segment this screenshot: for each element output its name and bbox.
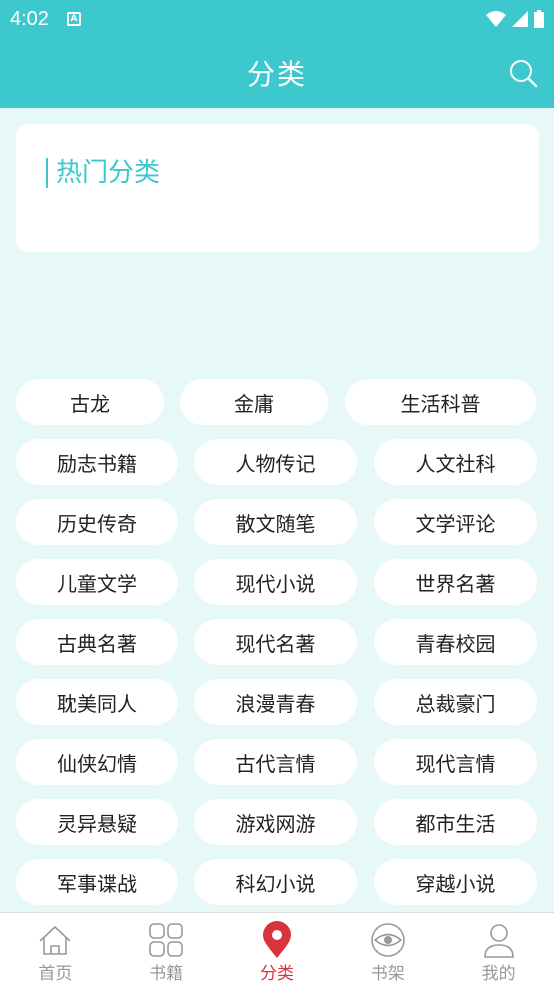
category-chip[interactable]: 古代言情: [194, 739, 357, 785]
category-chip[interactable]: 青春校园: [374, 619, 537, 665]
tab-category-label: 分类: [259, 964, 294, 984]
home-icon: [39, 925, 71, 955]
category-chip[interactable]: 灵异悬疑: [16, 799, 178, 845]
category-chip[interactable]: 励志书籍: [16, 439, 178, 485]
signal-icon: [512, 11, 528, 27]
category-chip[interactable]: 穿越小说: [374, 859, 537, 905]
wifi-icon: [486, 11, 506, 27]
tab-books-label: 书籍: [149, 964, 184, 984]
category-chip[interactable]: 儿童文学: [16, 559, 178, 605]
category-chip[interactable]: 世界名著: [374, 559, 537, 605]
page-title: 分类: [246, 58, 307, 91]
status-icons: [486, 10, 544, 28]
tab-home[interactable]: 首页: [0, 913, 111, 986]
tab-home-label: 首页: [38, 964, 73, 984]
tab-category[interactable]: 分类: [222, 913, 333, 986]
category-chip[interactable]: 散文随笔: [194, 499, 357, 545]
category-chip[interactable]: 古典名著: [16, 619, 178, 665]
battery-icon: [534, 10, 544, 28]
category-chip[interactable]: 金庸: [180, 379, 328, 425]
category-chip[interactable]: 科幻小说: [194, 859, 357, 905]
category-chip[interactable]: 历史传奇: [16, 499, 178, 545]
category-chip[interactable]: 军事谍战: [16, 859, 178, 905]
notification-icon: A: [66, 12, 81, 26]
category-chip[interactable]: 文学评论: [374, 499, 537, 545]
category-chip[interactable]: 仙侠幻情: [16, 739, 178, 785]
category-chip[interactable]: 现代名著: [194, 619, 357, 665]
status-time: 4:02: [10, 7, 49, 30]
tab-profile-label: 我的: [481, 964, 516, 984]
category-chip[interactable]: 生活科普: [345, 379, 536, 425]
location-pin-icon: [262, 921, 291, 958]
category-chip[interactable]: 人物传记: [194, 439, 357, 485]
title-bar: 分类: [0, 38, 554, 108]
tab-bookshelf-label: 书架: [370, 964, 405, 984]
person-icon: [483, 924, 514, 958]
hot-category-heading: 热门分类: [46, 158, 160, 188]
category-chip[interactable]: 游戏网游: [194, 799, 357, 845]
eye-icon: [370, 923, 405, 957]
category-chip[interactable]: 现代言情: [374, 739, 537, 785]
category-chip[interactable]: 浪漫青春: [194, 679, 357, 725]
search-icon[interactable]: [508, 58, 538, 88]
grid-icon: [149, 923, 183, 957]
bottom-tab-bar: 首页 书籍 分类 书架 我的: [0, 912, 554, 986]
status-bar: 4:02 A: [0, 0, 554, 38]
category-chip[interactable]: 都市生活: [374, 799, 537, 845]
category-chip[interactable]: 古龙: [16, 379, 164, 425]
category-chip[interactable]: 人文社科: [374, 439, 537, 485]
category-chip[interactable]: 耽美同人: [16, 679, 178, 725]
category-chip[interactable]: 总裁豪门: [374, 679, 537, 725]
hot-category-card: 热门分类: [16, 124, 539, 252]
tab-profile[interactable]: 我的: [443, 913, 554, 986]
category-chip[interactable]: 现代小说: [194, 559, 357, 605]
tab-bookshelf[interactable]: 书架: [332, 913, 443, 986]
tab-books[interactable]: 书籍: [111, 913, 222, 986]
